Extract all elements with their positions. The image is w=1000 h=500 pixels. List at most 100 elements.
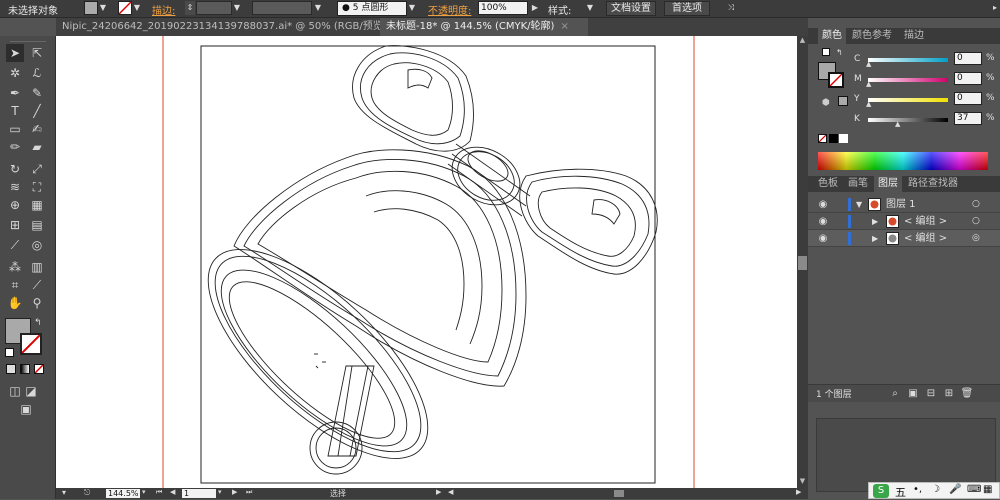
channel-y-handle-icon[interactable]: ▲ (866, 101, 872, 108)
visibility-eye-icon[interactable]: ◉ (816, 230, 830, 247)
style-dropdown-icon[interactable]: ▼ (585, 1, 595, 15)
variable-width-arrow-icon[interactable]: ▼ (313, 1, 323, 15)
screen-mode-icon[interactable]: ▣ (14, 400, 38, 418)
document-setup-button[interactable]: 文档设置 (606, 1, 656, 16)
target-circle-icon[interactable]: ◎ (972, 230, 980, 247)
scroll-up-icon[interactable]: ▲ (798, 36, 807, 46)
tab-pathfinder[interactable]: 路径查找器 (904, 176, 962, 192)
pencil-tool-icon[interactable]: ✏ (6, 138, 24, 156)
shape-builder-tool-icon[interactable]: ⊕ (6, 196, 24, 214)
channel-c-input[interactable]: 0 (954, 52, 982, 65)
status-menu-icon[interactable]: ▾ (62, 488, 72, 499)
delete-layer-icon[interactable]: 🗑 (960, 387, 974, 401)
selection-tool-icon[interactable]: ➤ (6, 44, 24, 62)
new-sublayer-icon[interactable]: ⊟ (924, 387, 938, 401)
scroll-left-icon[interactable]: ◀ (448, 488, 456, 499)
layer-row-layer1[interactable]: ◉ ▼ 图层 1 ○ (808, 196, 1000, 213)
direct-selection-tool-icon[interactable]: ⇱ (28, 44, 46, 62)
stroke-weight-field[interactable] (196, 1, 232, 15)
last-artboard-icon[interactable]: ⏭ (246, 488, 256, 499)
gradient-tool-icon[interactable]: ▤ (28, 216, 46, 234)
ime-menu-icon[interactable]: ▦ (983, 484, 992, 495)
pen-tool-icon[interactable]: ✒ (6, 84, 24, 102)
width-tool-icon[interactable]: ≋ (6, 178, 24, 196)
out-of-gamut-icon[interactable]: ⬢ (822, 98, 832, 108)
expand-arrow-icon[interactable]: ▶ (872, 230, 878, 247)
color-mode-icon[interactable] (6, 364, 16, 374)
opacity-input[interactable]: 100% (478, 1, 528, 15)
column-graph-tool-icon[interactable]: ▥ (28, 258, 46, 276)
symbol-sprayer-tool-icon[interactable]: ⁂ (6, 258, 24, 276)
stroke-color-box[interactable] (20, 333, 42, 355)
preferences-button[interactable]: 首选项 (664, 1, 710, 16)
group-name[interactable]: < 编组 > (904, 230, 947, 247)
black-swatch[interactable] (829, 134, 838, 143)
horizontal-scroll-thumb[interactable] (614, 490, 624, 497)
line-tool-icon[interactable]: ╱ (28, 102, 46, 120)
paintbrush-tool-icon[interactable]: ✍ (28, 120, 46, 138)
type-tool-icon[interactable]: T (6, 102, 24, 120)
toolbar-grip[interactable] (10, 36, 46, 42)
fill-swatch[interactable] (84, 1, 98, 15)
tab-untitled-18[interactable]: 未标题-18* @ 144.5% (CMYK/轮廓) × (380, 18, 588, 36)
slice-tool-icon[interactable]: ⟋ (28, 276, 46, 294)
scroll-right-icon[interactable]: ▶ (796, 488, 804, 499)
tab-color-guide[interactable]: 颜色参考 (848, 28, 896, 44)
scroll-down-icon[interactable]: ▼ (798, 477, 807, 487)
closest-color-swatch[interactable] (838, 96, 848, 106)
ime-logo-icon[interactable]: S (873, 484, 889, 498)
channel-c-handle-icon[interactable]: ▲ (866, 61, 872, 68)
tab-brushes[interactable]: 画笔 (844, 176, 872, 192)
free-transform-tool-icon[interactable]: ⛶ (28, 178, 46, 196)
stroke-swatch[interactable] (118, 1, 132, 15)
ime-keyboard-icon[interactable]: ⌨ (967, 484, 981, 495)
visibility-eye-icon[interactable]: ◉ (816, 196, 830, 213)
artboard-number-field[interactable]: 1 (182, 489, 216, 498)
tab-layers[interactable]: 图层 (874, 176, 902, 192)
curvature-tool-icon[interactable]: ✎ (28, 84, 46, 102)
ime-mic-icon[interactable]: 🎤 (949, 484, 961, 495)
gradient-mode-icon[interactable] (20, 364, 30, 374)
layer-row-group2[interactable]: ◉ ▶ < 编组 > ◎ (808, 230, 1000, 247)
previous-artboard-icon[interactable]: ◀ (170, 488, 180, 499)
zoom-tool-icon[interactable]: ⚲ (28, 294, 46, 312)
arrange-icon[interactable]: ⤨ (722, 1, 740, 15)
channel-m-handle-icon[interactable]: ▲ (866, 81, 872, 88)
visibility-eye-icon[interactable]: ◉ (816, 213, 830, 230)
opacity-arrow-icon[interactable]: ▶ (530, 1, 540, 15)
lasso-tool-icon[interactable]: ℒ (28, 64, 46, 82)
ime-moon-icon[interactable]: ☽ (931, 484, 940, 495)
ime-punctuation-icon[interactable]: •, (913, 484, 922, 495)
locate-object-icon[interactable]: ⌕ (888, 387, 902, 401)
layer-row-group1[interactable]: ◉ ▶ < 编组 > ○ (808, 213, 1000, 230)
mini-swap-icon[interactable]: ↰ (836, 48, 846, 58)
brush-dropdown-icon[interactable]: ▼ (407, 1, 417, 15)
clipping-mask-icon[interactable]: ▣ (906, 387, 920, 401)
canvas-area[interactable] (56, 36, 797, 488)
hand-tool-icon[interactable]: ✋ (6, 294, 24, 312)
artboard-tool-icon[interactable]: ⌗ (6, 276, 24, 294)
new-layer-icon[interactable]: ⊞ (942, 387, 956, 401)
close-icon[interactable]: × (560, 21, 568, 32)
channel-k-slider[interactable] (868, 118, 948, 122)
color-stroke-box[interactable] (828, 72, 844, 88)
tab-color[interactable]: 颜色 (818, 28, 846, 44)
channel-y-slider[interactable] (868, 98, 948, 102)
zoom-dropdown-icon[interactable]: ▾ (142, 488, 150, 499)
none-swatch-icon[interactable] (818, 134, 827, 143)
scale-tool-icon[interactable]: ⤢ (28, 160, 46, 178)
target-circle-icon[interactable]: ○ (972, 213, 980, 230)
swap-colors-icon[interactable]: ↰ (34, 318, 44, 328)
panel-menu-icon[interactable]: ▸ (990, 1, 1000, 15)
channel-c-slider[interactable] (868, 58, 948, 62)
default-colors-icon[interactable] (5, 348, 14, 357)
variable-width-dropdown[interactable] (252, 1, 312, 15)
perspective-grid-tool-icon[interactable]: ▦ (28, 196, 46, 214)
channel-k-input[interactable]: 37 (954, 112, 982, 125)
color-spectrum[interactable] (818, 152, 988, 170)
zoom-level-field[interactable]: 144.5% (106, 489, 140, 498)
vertical-scroll-thumb[interactable] (798, 256, 807, 270)
stroke-label[interactable]: 描边: (152, 2, 175, 17)
mesh-tool-icon[interactable]: ⊞ (6, 216, 24, 234)
opacity-label[interactable]: 不透明度: (428, 2, 471, 17)
